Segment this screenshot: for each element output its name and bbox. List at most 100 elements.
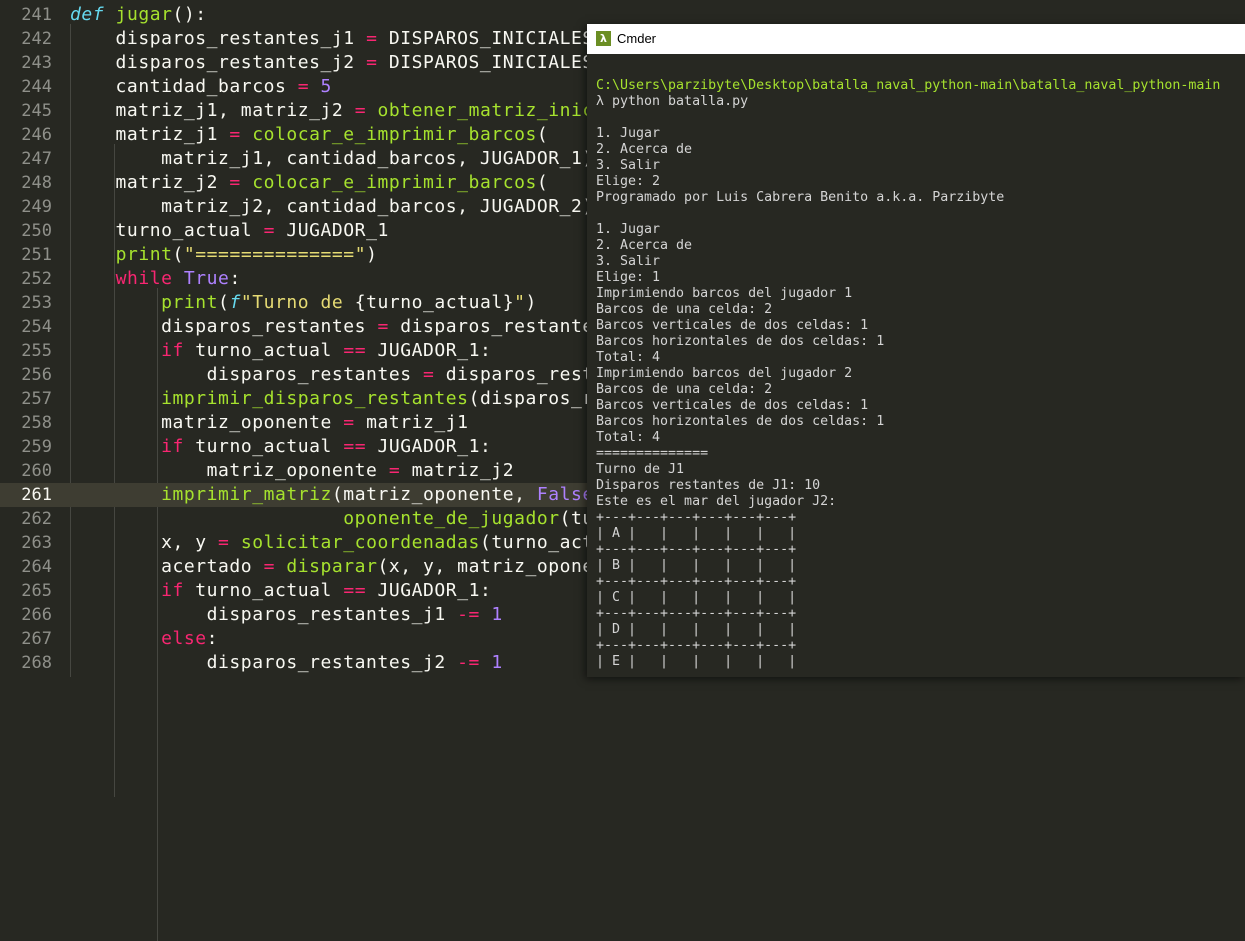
code-token: disparos_restantes_j1: [70, 604, 458, 625]
code-token: matriz_j1, matriz_j2: [70, 100, 355, 121]
line-number: 249: [21, 197, 52, 217]
line-number: 244: [21, 77, 52, 97]
code-token: colocar_e_imprimir_barcos: [252, 172, 537, 193]
code-token: JUGADOR_1: [274, 220, 389, 241]
code-token: (: [218, 292, 230, 313]
code-token: (matriz_oponente,: [331, 484, 537, 505]
code-text: if turno_actual == JUGADOR_1:: [70, 339, 491, 363]
terminal-line: | A | | | | | |: [596, 526, 797, 541]
code-token: =: [229, 124, 241, 145]
code-token: =: [343, 412, 355, 433]
code-token: False: [536, 484, 594, 505]
line-number: 266: [21, 605, 52, 625]
terminal-line: Total: 4: [596, 430, 661, 445]
code-token: =: [263, 556, 275, 577]
code-text: print("=============="): [70, 243, 377, 267]
terminal-line: Total: 4: [596, 350, 661, 365]
code-token: =: [263, 220, 275, 241]
code-token: JUGADOR_1:: [366, 340, 492, 361]
terminal-line: 2. Acerca de: [596, 238, 693, 253]
code-text: disparos_restantes = disparos_restantes_…: [70, 315, 639, 339]
code-token: turno_actual: [183, 580, 344, 601]
terminal-line: ==============: [596, 446, 709, 461]
code-token: :: [206, 628, 219, 649]
code-token: =: [377, 316, 389, 337]
code-token: ==: [343, 580, 367, 601]
line-number: 254: [21, 317, 52, 337]
cmder-titlebar[interactable]: λ Cmder: [587, 24, 1245, 54]
line-number: 250: [21, 221, 52, 241]
terminal-line: Imprimiendo barcos del jugador 2: [596, 366, 853, 381]
code-token: DISPAROS_INICIALES: [377, 52, 594, 73]
code-token: imprimir_matriz: [161, 484, 332, 505]
code-token: -=: [457, 652, 480, 673]
terminal-line: | B | | | | | |: [596, 558, 797, 573]
line-number: 259: [21, 437, 52, 457]
line-number: 265: [21, 581, 52, 601]
code-token: else: [161, 628, 207, 649]
terminal-line: Programado por Luis Cabrera Benito a.k.a…: [596, 190, 1005, 205]
code-token: True: [183, 268, 230, 289]
terminal-line: Barcos de una celda: 2: [596, 302, 773, 317]
cmder-window[interactable]: λ Cmder C:\Users\parzibyte\Desktop\batal…: [587, 24, 1245, 677]
code-token: acertado: [70, 556, 264, 577]
code-token: 1: [491, 604, 503, 625]
code-token: -=: [457, 604, 480, 625]
terminal-line: Turno de J1: [596, 462, 685, 477]
code-token: print: [115, 244, 173, 265]
terminal-output[interactable]: C:\Users\parzibyte\Desktop\batalla_naval…: [596, 78, 1241, 670]
code-token: =: [218, 532, 230, 553]
terminal-line: Barcos verticales de dos celdas: 1: [596, 318, 869, 333]
lambda-icon: λ: [596, 31, 611, 46]
code-token: DISPAROS_INICIALES: [377, 28, 594, 49]
line-number: 246: [21, 125, 52, 145]
code-token: (: [172, 244, 184, 265]
code-text: matriz_j1, matriz_j2 = obtener_matriz_in…: [70, 99, 651, 123]
code-token: jugar: [115, 4, 173, 25]
code-token: =: [354, 100, 367, 121]
line-number: 248: [21, 173, 52, 193]
code-text: disparos_restantes_j1 = DISPAROS_INICIAL…: [70, 27, 594, 51]
code-token: =: [297, 76, 310, 97]
code-token: ==: [343, 340, 367, 361]
line-number: 253: [21, 293, 52, 313]
code-token: if: [161, 580, 184, 601]
terminal-line: 3. Salir: [596, 254, 661, 269]
code-token: colocar_e_imprimir_barcos: [252, 124, 537, 145]
code-token: :: [229, 268, 241, 289]
terminal-line: | E | | | | | |: [596, 654, 797, 669]
code-text: acertado = disparar(x, y, matriz_oponent…: [70, 555, 639, 579]
code-text: cantidad_barcos = 5: [70, 75, 332, 99]
line-number: 260: [21, 461, 52, 481]
line-number: 256: [21, 365, 52, 385]
code-token: {turno_actual}: [354, 292, 515, 313]
code-text: while True:: [70, 267, 241, 291]
terminal-line: 1. Jugar: [596, 222, 661, 237]
code-token: oponente_de_jugador: [343, 508, 560, 529]
code-text: matriz_oponente = matriz_j2: [70, 459, 514, 483]
terminal-line: | D | | | | | |: [596, 622, 797, 637]
code-token: matriz_j2: [70, 172, 230, 193]
code-token: disparos_restantes_j1: [70, 28, 367, 49]
code-token: =: [388, 460, 401, 481]
code-text: matriz_j1, cantidad_barcos, JUGADOR_1): [70, 147, 594, 171]
code-token: while: [115, 268, 173, 289]
code-token: disparar: [286, 556, 378, 577]
code-text: matriz_oponente = matriz_j1: [70, 411, 469, 435]
line-number: 261: [21, 485, 52, 505]
code-text: disparos_restantes_j2 = DISPAROS_INICIAL…: [70, 51, 594, 75]
code-text: matriz_j2, cantidad_barcos, JUGADOR_2): [70, 195, 594, 219]
code-token: 5: [320, 76, 332, 97]
code-token: cantidad_barcos: [70, 76, 298, 97]
